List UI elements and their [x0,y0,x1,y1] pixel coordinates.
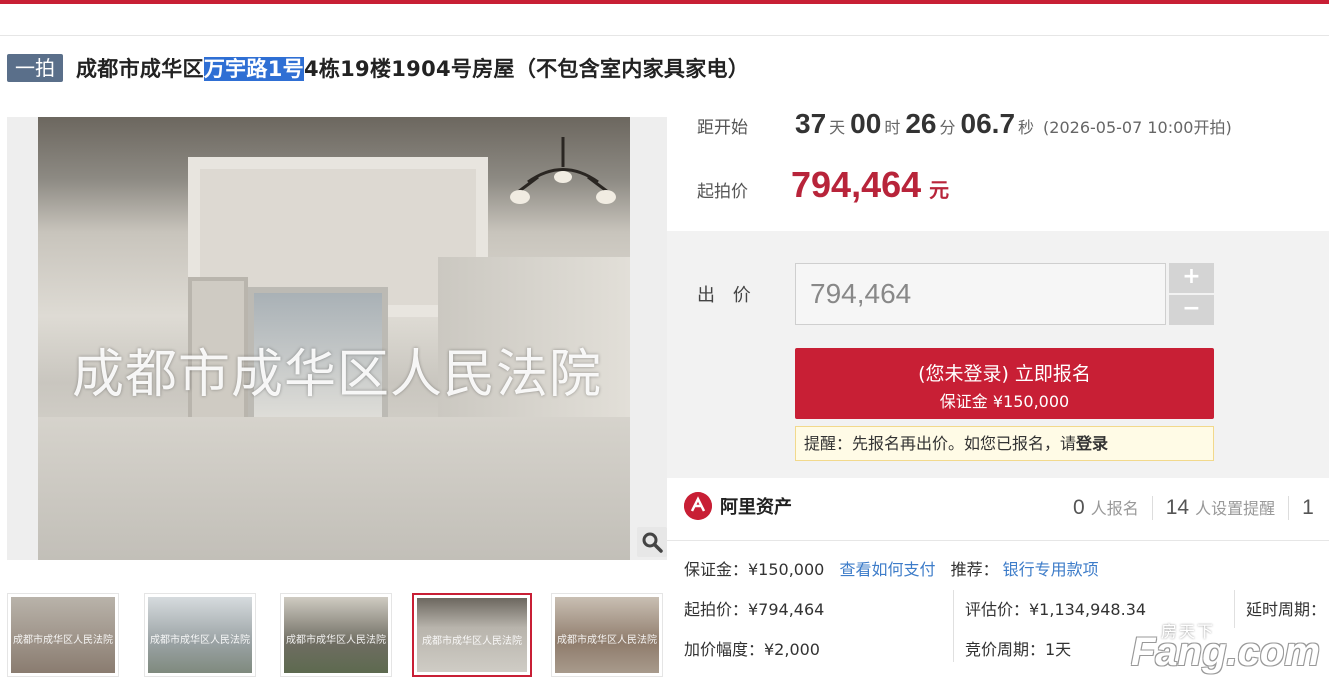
title-part-1: 成都市成华区 [76,57,204,81]
thumbnail-image: 成都市成华区人民法院 [555,597,659,673]
thumbnail-2[interactable]: 成都市成华区人民法院 [144,593,256,677]
starting-price-row: 起拍价 794,464 元 [697,164,949,206]
details-divider [667,540,1329,541]
signup-button[interactable]: (您未登录) 立即报名 保证金 ¥150,000 [795,348,1214,419]
magnifier-glyph [642,532,663,553]
login-reminder: 提醒：先报名再出价。如您已报名，请登录 [795,426,1214,461]
top-accent-bar [0,0,1329,4]
reminder-text: 提醒：先报名再出价。如您已报名，请 [804,434,1077,453]
brand: 阿里资产 [684,492,792,520]
detail-bid-cycle: 竞价周期：1天 [965,640,1072,659]
countdown-label: 距开始 [697,118,748,138]
detail-delay-cycle: 延时周期： [1246,600,1327,619]
court-watermark: 成都市成华区人民法院 [71,345,602,405]
countdown-minutes: 26 [905,108,937,139]
thumbnail-watermark: 成都市成华区人民法院 [286,635,386,646]
ali-assets-logo-icon [684,492,712,520]
reminder-count-label: 人设置提醒 [1195,499,1276,518]
hours-unit: 时 [884,118,901,137]
title-row: 一拍 成都市成华区万宇路1号4栋19楼1904号房屋（不包含室内家具家电） [7,53,749,83]
deposit-row: 保证金：¥150,000 查看如何支付 推荐： 银行专用款项 [684,556,1099,580]
countdown-seconds: 06.7 [960,108,1016,139]
countdown-hours: 00 [850,108,882,139]
decrease-bid-button[interactable]: − [1169,295,1214,325]
brand-name: 阿里资产 [720,497,792,518]
minutes-unit: 分 [939,118,956,137]
detail-start-price: 起拍价：¥794,464 [684,600,825,619]
countdown-days: 37 [795,108,827,139]
recommend-label: 推荐： [950,560,999,579]
countdown-row: 距开始 37 天 00 时 26 分 06.7 秒 (2026-05-07 10:00开… [697,108,1232,140]
chandelier-graphic [510,137,616,204]
starting-price-value: 794,464 [791,164,922,205]
how-to-pay-link[interactable]: 查看如何支付 [839,560,935,579]
thumbnail-1[interactable]: 成都市成华区人民法院 [7,593,119,677]
detail-appraisal: 评估价：¥1,134,948.34 [965,600,1147,619]
seconds-unit: 秒 [1018,118,1035,137]
starting-price-label: 起拍价 [697,182,748,202]
signup-count: 0 [1073,496,1085,519]
auction-round-badge: 一拍 [7,54,63,82]
main-image-viewer[interactable]: 成都市成华区人民法院 [7,117,667,560]
thumbnail-image: 成都市成华区人民法院 [148,597,252,673]
bid-panel: 出 价 794,464 + − (您未登录) 立即报名 保证金 ¥150,000… [667,231,1329,478]
detail-column-divider [953,590,954,662]
thumbnail-watermark: 成都市成华区人民法院 [13,635,113,646]
thumbnail-5[interactable]: 成都市成华区人民法院 [551,593,663,677]
title-part-2: 4栋19楼1904号房屋（不包含室内家具家电） [303,57,750,81]
title-selected-text: 万宇路1号 [203,57,304,81]
thumbnail-image: 成都市成华区人民法院 [284,597,388,673]
fang-watermark-line2: Fang.com [1131,630,1320,674]
magnifier-icon[interactable] [637,527,667,557]
thumbnail-watermark: 成都市成华区人民法院 [422,636,522,647]
bid-stepper: + − [1169,263,1214,325]
thumbnail-image: 成都市成华区人民法院 [417,598,527,672]
deposit-text: 保证金：¥150,000 [684,560,825,579]
page-title: 成都市成华区万宇路1号4栋19楼1904号房屋（不包含室内家具家电） [76,53,749,83]
signup-button-label: (您未登录) 立即报名 [918,363,1091,385]
days-unit: 天 [829,118,846,137]
detail-increment: 加价幅度：¥2,000 [684,640,820,659]
participation-stats: 0 人报名 14 人设置提醒 1 [1073,495,1314,520]
top-divider [0,35,1329,36]
thumbnail-3[interactable]: 成都市成华区人民法院 [280,593,392,677]
stats-divider [1288,495,1290,520]
bid-amount-input[interactable]: 794,464 [795,263,1166,325]
price-unit: 元 [929,178,950,202]
views-count: 1 [1302,496,1314,519]
bid-label: 出 价 [697,285,757,306]
login-link[interactable]: 登录 [1076,434,1108,453]
stats-divider [1151,495,1153,520]
thumbnail-watermark: 成都市成华区人民法院 [557,635,657,646]
start-time-note: (2026-05-07 10:00开拍) [1043,118,1232,137]
fang-watermark-logo: 房天下 Fang.com [1131,618,1321,678]
thumbnail-image: 成都市成华区人民法院 [11,597,115,673]
reminder-count: 14 [1165,496,1190,519]
increase-bid-button[interactable]: + [1169,263,1214,293]
signup-count-label: 人报名 [1090,499,1139,518]
photo-floor [38,417,630,560]
thumbnail-strip: 成都市成华区人民法院 成都市成华区人民法院 成都市成华区人民法院 成都市成华区人… [7,593,667,677]
bank-account-link[interactable]: 银行专用款项 [1003,560,1099,579]
thumbnail-4-selected[interactable]: 成都市成华区人民法院 [412,593,532,677]
thumbnail-watermark: 成都市成华区人民法院 [150,635,250,646]
deposit-amount-label: 保证金 ¥150,000 [939,392,1070,411]
